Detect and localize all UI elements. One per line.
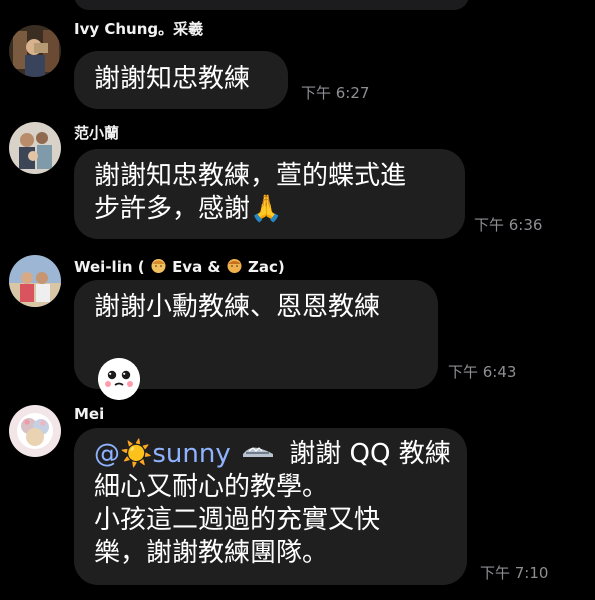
message-bubble[interactable]: 謝謝知忠教練，萱的蝶式進 步許多，感謝🙏: [74, 149, 465, 239]
message-text: 謝謝知忠教練: [94, 64, 251, 94]
message-text-line: 謝謝知忠教練，萱的蝶式進: [94, 161, 407, 191]
message-text: 謝謝小勳教練、恩恩教練: [94, 292, 381, 322]
sender-name: 范小蘭: [74, 124, 120, 142]
panda-sticker-icon: [98, 358, 140, 400]
message-bubble[interactable]: 謝謝知忠教練: [74, 51, 288, 109]
message-text-part: 謝謝 QQ 教練: [289, 439, 451, 469]
message-text-line: 細心又耐心的教學。: [94, 472, 329, 502]
message-text-line: 樂，謝謝教練團隊。: [94, 538, 329, 568]
message-text-line: 步許多，感謝🙏: [94, 194, 283, 224]
sender-name-zac: Zac): [247, 258, 285, 276]
chat-message: Ivy Chung。采羲 謝謝知忠教練 下午 6:27: [0, 20, 595, 112]
avatar[interactable]: [9, 405, 61, 457]
sender-name-prefix: Wei-lin (: [74, 258, 145, 276]
timestamp: 下午 6:36: [474, 216, 543, 234]
sender-name: Ivy Chung。采羲: [74, 20, 204, 38]
previous-message-bubble: [74, 0, 469, 10]
chat-thread: Ivy Chung。采羲 謝謝知忠教練 下午 6:27 范小蘭 謝謝知忠教練，萱…: [0, 0, 595, 600]
sender-name: Wei-lin ( Eva & Zac): [74, 257, 285, 278]
chat-message: Wei-lin ( Eva & Zac) 謝謝小勳教練、恩恩教練 下午 6:43: [0, 255, 595, 400]
message-text-line: 小孩這二週過的充實又快: [94, 505, 381, 535]
sender-name-eva: Eva &: [172, 258, 221, 276]
chat-message: 范小蘭 謝謝知忠教練，萱的蝶式進 步許多，感謝🙏 下午 6:36: [0, 122, 595, 240]
avatar[interactable]: [9, 25, 61, 77]
child-face-icon: [150, 257, 167, 278]
message-first-line: @☀️sunny 謝謝 QQ 教練: [94, 438, 451, 471]
sneaker-icon: [241, 438, 275, 471]
message-bubble[interactable]: 謝謝小勳教練、恩恩教練: [74, 280, 438, 400]
boy-face-icon: [226, 257, 243, 278]
timestamp: 下午 6:27: [301, 84, 370, 102]
avatar[interactable]: [9, 122, 61, 174]
avatar[interactable]: [9, 255, 61, 307]
chat-message: Mei @☀️sunny 謝謝 QQ 教練 細心又耐心的教學。 小孩這二週過的充…: [0, 405, 595, 590]
message-bubble[interactable]: @☀️sunny 謝謝 QQ 教練 細心又耐心的教學。 小孩這二週過的充實又快 …: [74, 428, 467, 585]
sender-name: Mei: [74, 405, 105, 423]
timestamp: 下午 7:10: [480, 564, 549, 582]
timestamp: 下午 6:43: [448, 363, 517, 381]
mention-link[interactable]: @☀️sunny: [94, 439, 231, 469]
